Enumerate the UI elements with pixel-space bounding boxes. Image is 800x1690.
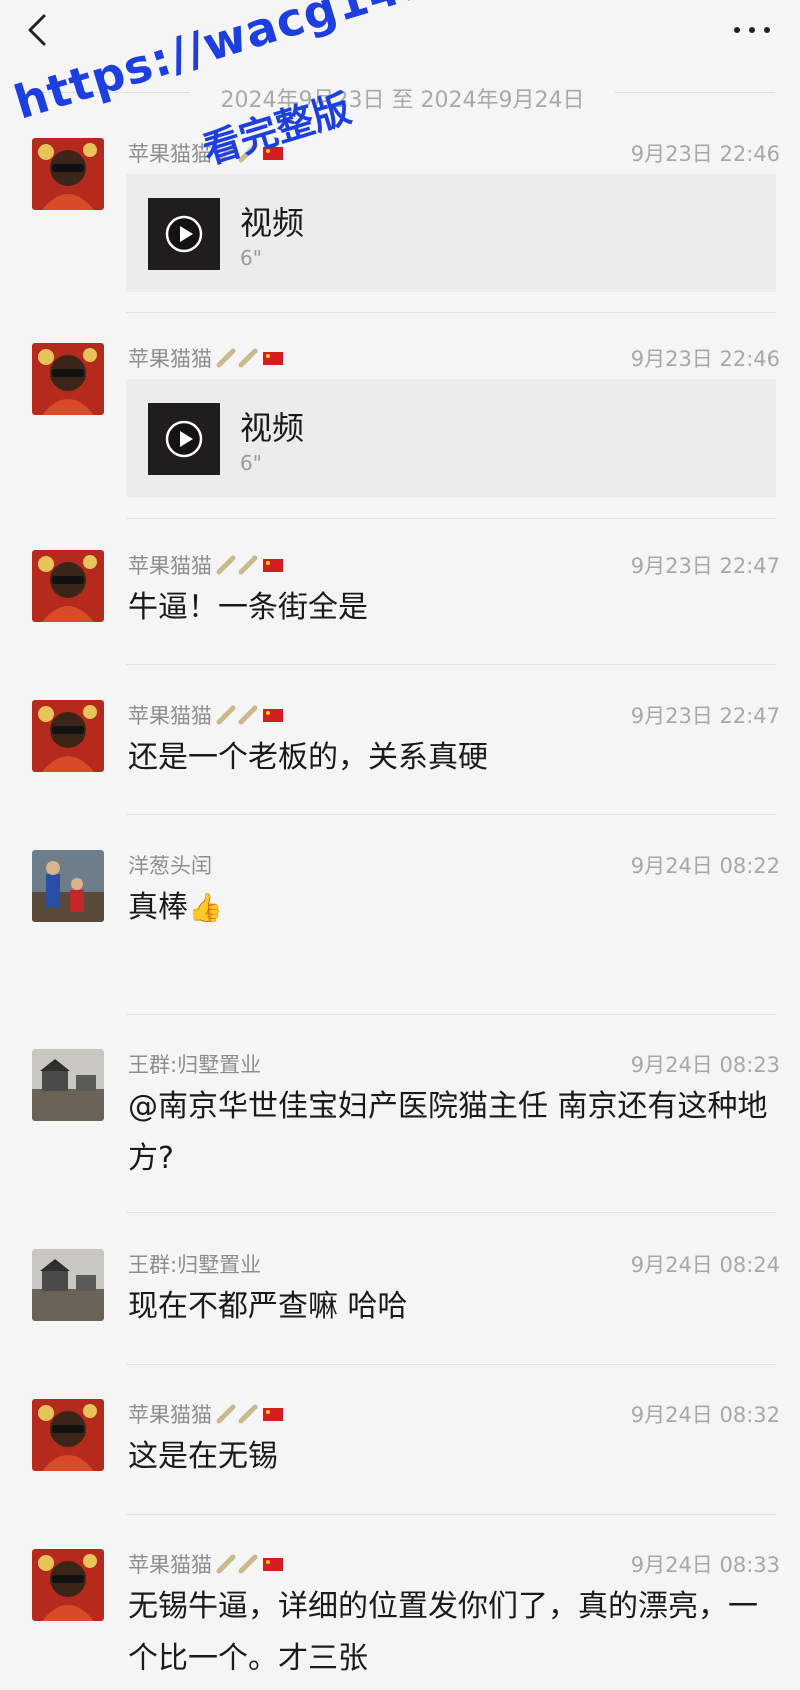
badge-icon <box>216 1554 283 1574</box>
avatar[interactable] <box>32 1049 104 1121</box>
more-dots-icon[interactable] <box>730 14 774 44</box>
avatar[interactable] <box>32 550 104 622</box>
avatar[interactable] <box>32 1249 104 1321</box>
video-duration: 6" <box>240 246 262 270</box>
divider <box>126 1364 776 1365</box>
message-time: 9月23日 22:47 <box>630 554 780 578</box>
message-text: @南京华世佳宝妇产医院猫主任 南京还有这种地方? <box>128 1089 768 1176</box>
avatar[interactable] <box>32 343 104 415</box>
message-item: 苹果猫猫 9月24日 08:33 无锡牛逼，详细的位置发你们了，真的漂亮，一个比… <box>0 1549 800 1689</box>
divider <box>126 814 776 815</box>
avatar[interactable] <box>32 1399 104 1471</box>
divider <box>126 518 776 519</box>
video-label: 视频 <box>240 409 305 447</box>
message-item: 王群:归墅置业 9月24日 08:24 现在不都严查嘛 哈哈 <box>0 1249 800 1349</box>
badge-icon <box>216 1404 283 1424</box>
message-time: 9月24日 08:23 <box>630 1053 780 1077</box>
thumbs-up-icon: 👍 <box>188 891 223 924</box>
message-time: 9月24日 08:33 <box>630 1553 780 1577</box>
badge-icon <box>216 348 283 368</box>
message-item: 苹果猫猫 9月23日 22:47 牛逼！一条街全是 <box>0 550 800 650</box>
sender-name: 王群:归墅置业 <box>128 1253 262 1277</box>
video-duration: 6" <box>240 451 262 475</box>
message-time: 9月23日 22:46 <box>630 142 780 166</box>
video-message-card[interactable]: 视频 6" <box>126 379 776 497</box>
message-text: 这是在无锡 <box>128 1439 278 1474</box>
avatar[interactable] <box>32 138 104 210</box>
message-item: 苹果猫猫 9月23日 22:46 视频 6" <box>0 138 800 298</box>
message-item: 苹果猫猫 9月24日 08:32 这是在无锡 <box>0 1399 800 1499</box>
message-time: 9月24日 08:32 <box>630 1403 780 1427</box>
sender-name: 苹果猫猫 <box>128 138 285 168</box>
message-text: 牛逼！一条街全是 <box>128 590 368 625</box>
message-text: 真棒👍 <box>128 890 223 925</box>
message-item: 苹果猫猫 9月23日 22:47 还是一个老板的，关系真硬 <box>0 700 800 800</box>
video-label: 视频 <box>240 204 305 242</box>
message-time: 9月24日 08:24 <box>630 1253 780 1277</box>
message-text: 现在不都严查嘛 哈哈 <box>128 1289 408 1324</box>
sender-name: 苹果猫猫 <box>128 1399 285 1429</box>
divider <box>126 1212 776 1213</box>
play-icon <box>165 215 203 253</box>
message-text: 无锡牛逼，详细的位置发你们了，真的漂亮，一个比一个。才三张 <box>128 1589 758 1676</box>
sender-name: 苹果猫猫 <box>128 700 285 730</box>
top-bar <box>0 0 800 62</box>
sender-name: 苹果猫猫 <box>128 550 285 580</box>
sender-name: 苹果猫猫 <box>128 343 285 373</box>
avatar[interactable] <box>32 700 104 772</box>
video-thumbnail <box>148 403 220 475</box>
video-message-card[interactable]: 视频 6" <box>126 174 776 292</box>
badge-icon <box>216 143 283 163</box>
sender-name: 王群:归墅置业 <box>128 1053 262 1077</box>
divider <box>126 664 776 665</box>
chevron-left-icon[interactable] <box>22 10 56 50</box>
video-thumbnail <box>148 198 220 270</box>
play-icon <box>165 420 203 458</box>
date-range-text: 2024年9月23日 至 2024年9月24日 <box>206 88 599 113</box>
message-item: 苹果猫猫 9月23日 22:46 视频 6" <box>0 343 800 503</box>
message-item: 王群:归墅置业 9月24日 08:23 @南京华世佳宝妇产医院猫主任 南京还有这… <box>0 1049 800 1199</box>
badge-icon <box>216 705 283 725</box>
avatar[interactable] <box>32 850 104 922</box>
message-item: 洋葱头闰 9月24日 08:22 真棒👍 <box>0 850 800 950</box>
badge-icon <box>216 555 283 575</box>
divider <box>126 312 776 313</box>
divider <box>126 1014 776 1015</box>
divider <box>126 1514 776 1515</box>
message-text: 还是一个老板的，关系真硬 <box>128 740 488 775</box>
sender-name: 苹果猫猫 <box>128 1549 285 1579</box>
sender-name: 洋葱头闰 <box>128 854 212 878</box>
message-time: 9月23日 22:46 <box>630 347 780 371</box>
message-time: 9月24日 08:22 <box>630 854 780 878</box>
message-time: 9月23日 22:47 <box>630 704 780 728</box>
avatar[interactable] <box>32 1549 104 1621</box>
date-range-divider: 2024年9月23日 至 2024年9月24日 <box>30 78 775 113</box>
